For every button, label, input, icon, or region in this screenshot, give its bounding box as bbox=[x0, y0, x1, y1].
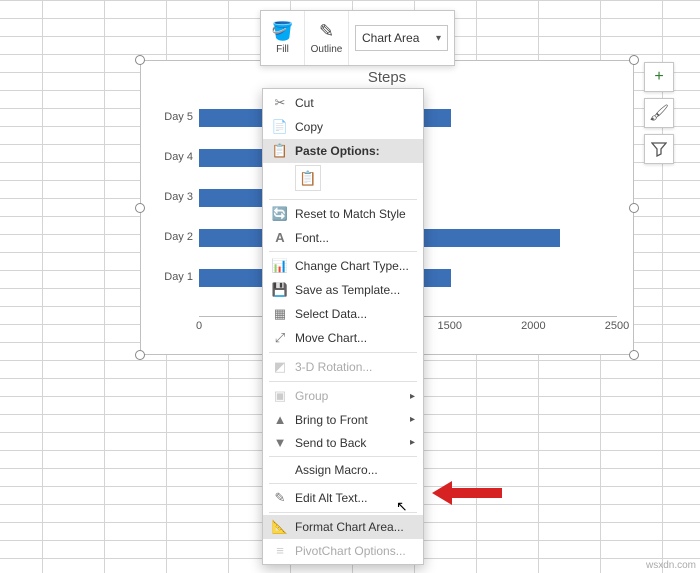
menu-cut[interactable]: ✂ Cut bbox=[263, 91, 423, 115]
copy-icon: 📄 bbox=[269, 119, 291, 135]
menu-move-chart[interactable]: ⤢ Move Chart... bbox=[263, 326, 423, 350]
outline-button[interactable]: ✎ Outline bbox=[305, 11, 349, 65]
plus-icon: + bbox=[654, 68, 663, 86]
x-tick: 0 bbox=[196, 320, 202, 332]
chart-elements-button[interactable]: + bbox=[644, 62, 674, 92]
separator bbox=[269, 512, 417, 513]
move-icon: ⤢ bbox=[269, 330, 291, 346]
menu-font[interactable]: A Font... bbox=[263, 226, 423, 249]
fill-button[interactable]: 🪣 Fill bbox=[261, 11, 305, 65]
front-icon: ▲ bbox=[269, 412, 291, 427]
reset-icon: 🔄 bbox=[269, 206, 291, 222]
resize-handle[interactable] bbox=[629, 55, 639, 65]
resize-handle[interactable] bbox=[629, 350, 639, 360]
template-icon: 💾 bbox=[269, 282, 291, 298]
funnel-icon bbox=[651, 141, 667, 157]
submenu-arrow-icon: ▸ bbox=[410, 437, 415, 448]
menu-reset-style[interactable]: 🔄 Reset to Match Style bbox=[263, 202, 423, 226]
context-menu: ✂ Cut 📄 Copy 📋 Paste Options: 📋 🔄 Reset … bbox=[262, 88, 424, 565]
resize-handle[interactable] bbox=[135, 350, 145, 360]
menu-paste-options[interactable]: 📋 Paste Options: bbox=[263, 139, 423, 163]
separator bbox=[269, 456, 417, 457]
resize-handle[interactable] bbox=[135, 55, 145, 65]
submenu-arrow-icon: ▸ bbox=[410, 414, 415, 425]
paste-option-default[interactable]: 📋 bbox=[295, 165, 321, 191]
chart-type-icon: 📊 bbox=[269, 258, 291, 274]
chart-styles-button[interactable]: 🖌 bbox=[644, 98, 674, 128]
mini-toolbar: 🪣 Fill ✎ Outline Chart Area ▾ bbox=[260, 10, 455, 66]
separator bbox=[269, 199, 417, 200]
resize-handle[interactable] bbox=[135, 203, 145, 213]
submenu-arrow-icon: ▸ bbox=[410, 391, 415, 402]
chart-side-buttons: + 🖌 bbox=[644, 62, 674, 164]
menu-3d-rotation: ◩ 3-D Rotation... bbox=[263, 355, 423, 379]
category-label: Day 2 bbox=[149, 231, 193, 243]
dropdown-value: Chart Area bbox=[362, 31, 419, 45]
separator bbox=[269, 381, 417, 382]
category-label: Day 1 bbox=[149, 271, 193, 283]
pivot-icon: ≡ bbox=[269, 543, 291, 558]
outline-label: Outline bbox=[311, 44, 343, 55]
menu-bring-to-front[interactable]: ▲ Bring to Front ▸ bbox=[263, 408, 423, 431]
category-label: Day 5 bbox=[149, 111, 193, 123]
alt-text-icon: ✎ bbox=[269, 490, 291, 506]
menu-format-chart-area[interactable]: 📐 Format Chart Area... bbox=[263, 515, 423, 539]
menu-pivotchart-options: ≡ PivotChart Options... bbox=[263, 539, 423, 562]
category-label: Day 4 bbox=[149, 151, 193, 163]
separator bbox=[269, 483, 417, 484]
menu-save-template[interactable]: 💾 Save as Template... bbox=[263, 278, 423, 302]
menu-group: ▣ Group ▸ bbox=[263, 384, 423, 408]
pen-icon: ✎ bbox=[319, 21, 334, 42]
category-label: Day 3 bbox=[149, 191, 193, 203]
x-tick: 2000 bbox=[521, 320, 545, 332]
separator bbox=[269, 352, 417, 353]
menu-assign-macro[interactable]: Assign Macro... bbox=[263, 459, 423, 481]
resize-handle[interactable] bbox=[629, 203, 639, 213]
x-tick: 1500 bbox=[438, 320, 462, 332]
back-icon: ▼ bbox=[269, 435, 291, 450]
cube-icon: ◩ bbox=[269, 359, 291, 375]
font-icon: A bbox=[269, 230, 291, 245]
menu-change-chart-type[interactable]: 📊 Change Chart Type... bbox=[263, 254, 423, 278]
chevron-down-icon: ▾ bbox=[436, 33, 441, 44]
clipboard-icon: 📋 bbox=[269, 143, 291, 159]
chart-filters-button[interactable] bbox=[644, 134, 674, 164]
menu-select-data[interactable]: ▦ Select Data... bbox=[263, 302, 423, 326]
watermark: wsxdn.com bbox=[646, 560, 696, 571]
bucket-icon: 🪣 bbox=[271, 21, 293, 42]
data-icon: ▦ bbox=[269, 306, 291, 322]
group-icon: ▣ bbox=[269, 388, 291, 404]
x-tick: 2500 bbox=[605, 320, 629, 332]
paste-options-row: 📋 bbox=[263, 163, 423, 197]
separator bbox=[269, 251, 417, 252]
brush-icon: 🖌 bbox=[649, 103, 669, 123]
menu-edit-alt-text[interactable]: ✎ Edit Alt Text... bbox=[263, 486, 423, 510]
menu-copy[interactable]: 📄 Copy bbox=[263, 115, 423, 139]
format-icon: 📐 bbox=[269, 519, 291, 535]
chart-element-dropdown[interactable]: Chart Area ▾ bbox=[355, 25, 448, 51]
menu-send-to-back[interactable]: ▼ Send to Back ▸ bbox=[263, 431, 423, 454]
scissors-icon: ✂ bbox=[269, 95, 291, 111]
fill-label: Fill bbox=[276, 44, 289, 55]
